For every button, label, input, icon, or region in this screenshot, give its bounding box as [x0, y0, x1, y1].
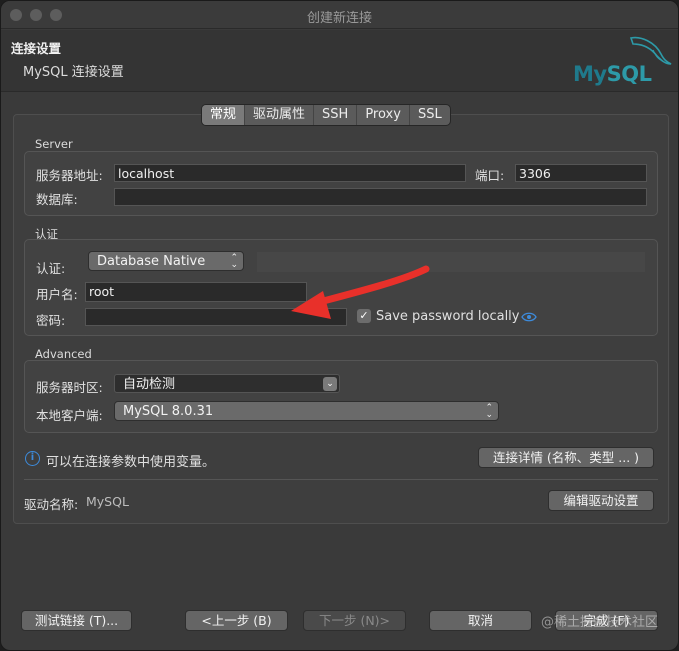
- database-input[interactable]: [114, 188, 647, 206]
- username-label: 用户名:: [36, 287, 78, 302]
- timezone-value: 自动检测: [123, 377, 176, 392]
- edit-driver-button[interactable]: 编辑驱动设置: [548, 490, 654, 511]
- tab-2[interactable]: SSH: [314, 105, 358, 125]
- updown-chevron-icon: ⌃ ⌄: [485, 403, 493, 420]
- window-title: 创建新连接: [306, 11, 372, 26]
- host-label: 服务器地址:: [36, 168, 103, 183]
- local-client-value: MySQL 8.0.31: [123, 404, 214, 419]
- tab-1[interactable]: 驱动属性: [245, 105, 315, 125]
- password-input[interactable]: [85, 308, 347, 326]
- logo-wordmark: MySQL: [573, 62, 652, 86]
- timezone-label: 服务器时区:: [36, 380, 103, 395]
- server-group-label: Server: [35, 137, 73, 151]
- test-connection-button[interactable]: 测试链接 (T)...: [21, 610, 132, 631]
- eye-icon[interactable]: [521, 312, 537, 322]
- host-input[interactable]: localhost: [114, 164, 466, 182]
- general-panel: Server 服务器地址: localhost 端口: 3306 数据库: 认证…: [13, 114, 669, 524]
- chevron-down-icon: ⌄: [323, 377, 337, 391]
- tab-4[interactable]: SSL: [410, 105, 450, 125]
- local-client-label: 本地客户端:: [36, 408, 103, 423]
- server-group: 服务器地址: localhost 端口: 3306 数据库:: [24, 151, 658, 216]
- auth-method-label: 认证:: [36, 261, 66, 276]
- save-password-checkbox[interactable]: ✓: [357, 309, 371, 323]
- advanced-group-label: Advanced: [35, 347, 92, 361]
- tab-bar: 常规 驱动属性 SSH Proxy SSL: [201, 104, 451, 126]
- save-password-label[interactable]: Save password locally: [376, 309, 520, 324]
- connection-dialog: 创建新连接 连接设置 MySQL 连接设置 MySQL Server 服务器地址…: [0, 0, 679, 651]
- auth-spacer: [257, 252, 645, 272]
- divider: [24, 479, 658, 480]
- cancel-button[interactable]: 取消: [429, 610, 532, 631]
- timezone-select[interactable]: 自动检测 ⌄: [114, 374, 340, 393]
- page-title: 连接设置: [11, 41, 62, 56]
- driver-name-value: MySQL: [86, 494, 129, 509]
- auth-method-value: Database Native: [97, 254, 206, 269]
- next-button[interactable]: 下一步 (N)>: [303, 610, 406, 631]
- port-input[interactable]: 3306: [515, 164, 647, 182]
- tab-3[interactable]: Proxy: [357, 105, 410, 125]
- database-label: 数据库:: [36, 192, 78, 207]
- tab-0[interactable]: 常规: [202, 105, 246, 125]
- back-button[interactable]: <上一步 (B): [185, 610, 288, 631]
- dialog-header: 连接设置 MySQL 连接设置 MySQL: [1, 30, 678, 92]
- port-label: 端口:: [475, 168, 505, 183]
- updown-chevron-icon: ⌃ ⌄: [230, 253, 238, 270]
- watermark: @稀土掘金技术社区: [540, 615, 658, 630]
- password-label: 密码:: [36, 313, 66, 328]
- variables-hint: 可以在连接参数中使用变量。: [46, 455, 216, 470]
- auth-method-select[interactable]: Database Native ⌃ ⌄: [88, 251, 244, 271]
- page-subtitle: MySQL 连接设置: [23, 65, 124, 80]
- title-bar: 创建新连接: [1, 1, 678, 29]
- info-icon: i: [25, 451, 40, 466]
- driver-name-label: 驱动名称:: [24, 497, 79, 512]
- mysql-logo: MySQL: [571, 34, 675, 88]
- auth-group: 认证: Database Native ⌃ ⌄ 用户名: root 密码: ✓ S…: [24, 239, 658, 336]
- local-client-select[interactable]: MySQL 8.0.31 ⌃ ⌄: [114, 401, 499, 421]
- username-input[interactable]: root: [85, 282, 307, 302]
- connection-details-button[interactable]: 连接详情 (名称、类型 ... ): [478, 447, 654, 468]
- advanced-group: 服务器时区: 自动检测 ⌄ 本地客户端: MySQL 8.0.31 ⌃ ⌄: [24, 360, 658, 433]
